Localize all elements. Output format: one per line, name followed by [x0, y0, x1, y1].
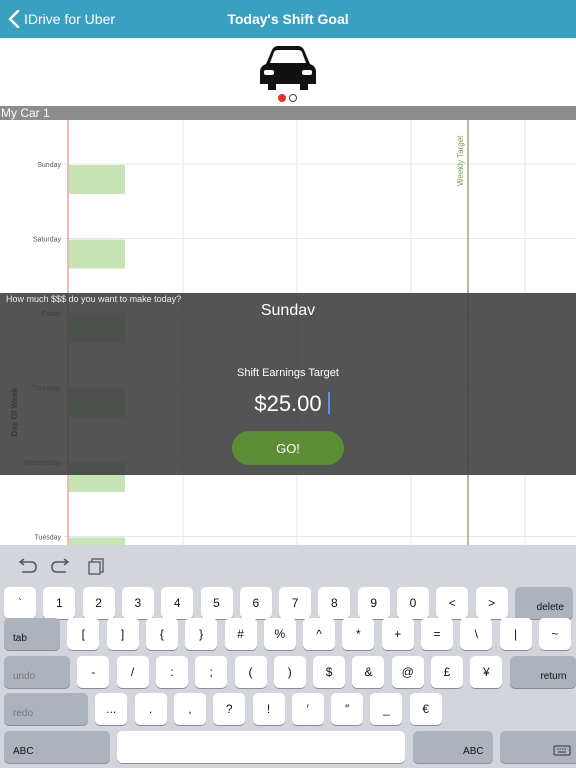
key-symbol-2-11[interactable]: ¥	[470, 656, 503, 688]
key-symbol-3-3[interactable]: ,	[173, 693, 206, 725]
key-symbol-3-1[interactable]: ...	[95, 693, 128, 725]
go-button[interactable]: GO!	[232, 431, 344, 465]
on-screen-keyboard: ` 1 2 3 4 5 6 7 8 9 0 < > delete tab[]{} #% ^ * + = \ | ~ undo -…	[0, 545, 576, 768]
key-symbol-3-5[interactable]: !	[252, 693, 285, 725]
undo-icon[interactable]	[16, 557, 38, 575]
redo-icon[interactable]	[50, 557, 72, 575]
key-symbol-2-9[interactable]: @	[391, 656, 424, 688]
key-tab[interactable]: tab	[4, 618, 60, 650]
key-symbol-2-10[interactable]: £	[431, 656, 463, 688]
dialog-day: Sundav	[260, 302, 316, 319]
key-7[interactable]: 7	[279, 587, 312, 619]
bar-saturday	[69, 239, 125, 269]
vehicle-name: My Car 1	[0, 106, 576, 120]
key-redo[interactable]: redo	[4, 693, 88, 725]
key-symbol-2-8[interactable]: &	[352, 656, 385, 688]
key-symbol-1-7[interactable]: ^	[303, 618, 336, 650]
page-indicator	[278, 94, 297, 102]
keyboard-hide-icon	[553, 745, 571, 756]
key-4[interactable]: 4	[161, 587, 194, 619]
key-symbol-3-9[interactable]: €	[409, 693, 442, 725]
bar-sunday	[69, 165, 125, 194]
key-5[interactable]: 5	[200, 587, 233, 619]
car-icon	[260, 46, 316, 90]
navigation-bar: IDrive for Uber Today's Shift Goal	[0, 0, 576, 38]
key-0[interactable]: 0	[397, 587, 429, 619]
key-symbol-1-13[interactable]: ~	[538, 618, 571, 650]
key-symbol-3-8[interactable]: _	[370, 693, 403, 725]
key-symbol-1-6[interactable]: %	[263, 618, 296, 650]
key-symbol-1-10[interactable]: =	[421, 618, 453, 650]
key-2[interactable]: 2	[82, 587, 115, 619]
category-label: Sunday	[37, 162, 61, 169]
key-delete[interactable]: delete	[514, 587, 573, 619]
paste-icon[interactable]	[86, 557, 108, 575]
key-symbol-1-3[interactable]: {	[145, 618, 178, 650]
key-symbol-2-1[interactable]: -	[77, 656, 110, 688]
hide-keyboard-key[interactable]	[499, 731, 576, 763]
weekly-target-label: Weekly Target	[456, 135, 465, 186]
key-abc[interactable]: ABC	[4, 731, 110, 763]
key-symbol-3-7[interactable]: ″	[331, 693, 364, 725]
key-symbol-1-11[interactable]: \	[460, 618, 493, 650]
earnings-target-label: Shift Earnings Target	[237, 367, 339, 379]
key-symbol-2-4[interactable]: ;	[195, 656, 228, 688]
page-dot[interactable]	[289, 94, 297, 102]
back-button-label: IDrive for Uber	[24, 11, 116, 27]
key-symbol-1-9[interactable]: +	[381, 618, 414, 650]
key-symbol-2-3[interactable]: :	[155, 656, 188, 688]
space-key[interactable]	[117, 731, 406, 763]
back-button[interactable]: IDrive for Uber	[8, 0, 115, 38]
key-1[interactable]: 1	[43, 587, 76, 619]
key-return[interactable]: return	[509, 656, 576, 688]
shift-goal-dialog: How much $$$ do you want to make today? …	[0, 293, 576, 475]
key-symbol-3-4[interactable]: ?	[213, 693, 246, 725]
key-symbol-0-0[interactable]: `	[4, 587, 36, 619]
key-symbol-2-7[interactable]: $	[313, 656, 346, 688]
key-symbol-0-12[interactable]: >	[475, 587, 508, 619]
car-selector[interactable]	[0, 38, 576, 106]
page-dot[interactable]	[278, 94, 286, 102]
key-symbol-2-5[interactable]: (	[234, 656, 267, 688]
category-label: Tuesday	[34, 535, 61, 542]
key-symbol-2-6[interactable]: )	[273, 656, 306, 688]
key-6[interactable]: 6	[239, 587, 272, 619]
key-symbol-1-12[interactable]: |	[499, 618, 532, 650]
key-3[interactable]: 3	[121, 587, 154, 619]
chevron-left-icon	[8, 10, 20, 28]
key-symbol-1-2[interactable]: ]	[106, 618, 139, 650]
key-symbol-1-4[interactable]: }	[185, 618, 218, 650]
bar-tuesday	[69, 537, 125, 545]
key-symbol-0-11[interactable]: <	[436, 587, 469, 619]
key-9[interactable]: 9	[357, 587, 390, 619]
key-8[interactable]: 8	[318, 587, 351, 619]
key-undo[interactable]: undo	[4, 656, 70, 688]
key-symbol-3-6[interactable]: ′	[291, 693, 324, 725]
earnings-target-input[interactable]	[218, 389, 358, 419]
key-symbol-1-8[interactable]: *	[342, 618, 375, 650]
key-symbol-1-5[interactable]: #	[224, 618, 257, 650]
key-abc[interactable]: ABC	[412, 731, 493, 763]
key-symbol-1-1[interactable]: [	[67, 618, 100, 650]
key-symbol-2-2[interactable]: /	[116, 656, 149, 688]
key-symbol-3-2[interactable]: .	[134, 693, 167, 725]
category-label: Saturday	[33, 237, 62, 244]
text-caret	[328, 392, 330, 414]
